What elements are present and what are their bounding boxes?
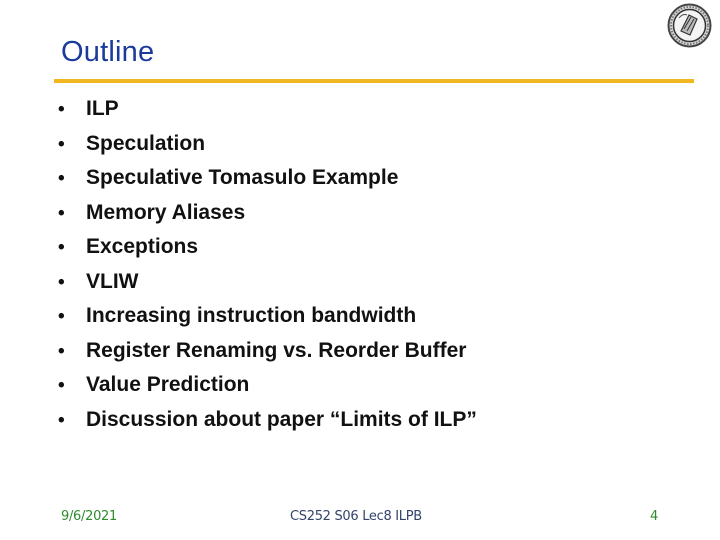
bullet-icon: • [58,237,65,258]
bullet-text: Register Renaming vs. Reorder Buffer [86,338,467,362]
bullet-item: • VLIW [58,270,477,305]
bullet-text: Speculation [86,131,206,155]
bullet-icon: • [58,375,65,396]
bullet-text: Exceptions [86,235,199,258]
bullet-item: • Discussion about paper “Limits of ILP” [58,408,477,443]
bullet-item: • Memory Aliases [58,201,477,236]
bullet-text: Value Prediction [86,373,250,396]
bullet-icon: • [58,271,65,293]
bullet-icon: • [58,133,65,155]
bullet-item: • Speculative Tomasulo Example [58,166,477,201]
bullet-text: Increasing instruction bandwidth [86,304,417,327]
bullet-item: • Register Renaming vs. Reorder Buffer [58,339,477,374]
title-underline [54,79,694,83]
slide-title: Outline [61,36,155,68]
bullet-list: • ILP • Speculation • Speculative Tomasulo … [58,97,477,442]
footer-course-title: CS252 S06 Lec8 ILPB [290,509,422,524]
bullet-item: • Value Prediction [58,373,477,408]
bullet-icon: • [58,306,65,327]
bullet-item: • ILP [58,97,477,132]
bullet-text: Speculative Tomasulo Example [86,166,399,189]
bullet-item: • Increasing instruction bandwidth [58,304,477,339]
bullet-text: ILP [86,97,119,120]
bullet-icon: • [58,409,65,431]
bullet-icon: • [58,168,65,189]
bullet-item: • Speculation [58,132,477,167]
footer-date: 9/6/2021 [61,509,117,524]
bullet-text: Memory Aliases [86,200,246,224]
bullet-text: Discussion about paper “Limits of ILP” [86,407,477,431]
bullet-icon: • [58,340,65,362]
bullet-text: VLIW [86,269,139,293]
university-seal-icon [667,3,712,48]
bullet-icon: • [58,99,65,120]
bullet-icon: • [58,202,65,224]
bullet-item: • Exceptions [58,235,477,270]
footer-page-number: 4 [650,509,658,524]
